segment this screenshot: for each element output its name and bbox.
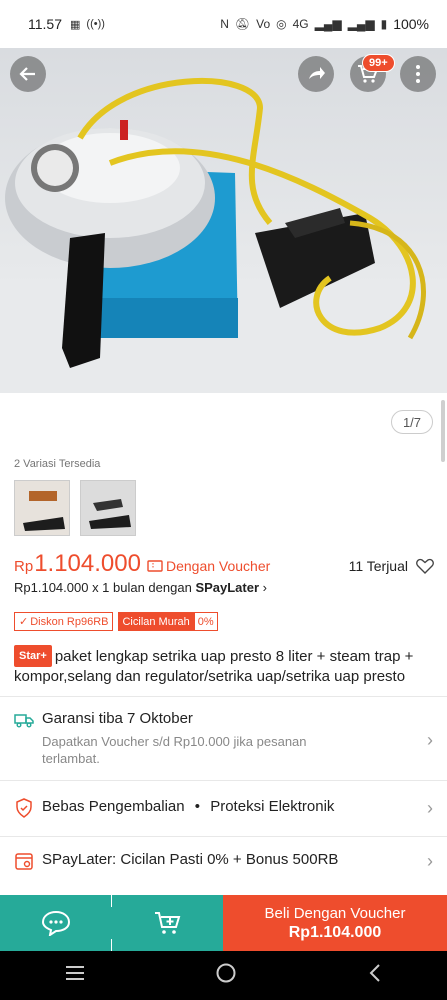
radio-icon: ((•))	[86, 18, 105, 30]
return-policy: Bebas Pengembalian	[42, 798, 185, 815]
system-nav-bar	[0, 951, 447, 1000]
variants-label: 2 Variasi Tersedia	[14, 458, 101, 470]
variant-image-2	[81, 481, 135, 535]
chevron-right-icon: ›	[427, 798, 433, 818]
calendar-icon	[15, 853, 33, 870]
back-nav-icon[interactable]	[368, 963, 382, 988]
shipping-subtitle: Dapatkan Voucher s/d Rp10.000 jika pesan…	[42, 734, 307, 766]
check-icon: ✓	[19, 616, 29, 628]
chevron-right-icon: ›	[262, 580, 267, 595]
network-type: 4G	[292, 17, 309, 31]
back-arrow-icon	[19, 67, 35, 81]
add-to-cart-button[interactable]	[112, 895, 223, 951]
buy-price: Rp1.104.000	[288, 923, 382, 941]
truck-icon	[14, 714, 34, 728]
home-icon[interactable]	[215, 962, 237, 989]
variant-image-1	[15, 481, 69, 535]
gallery-icon: ▦	[70, 18, 81, 31]
signal-icon-2: ▂▄▆	[347, 17, 375, 31]
product-title-text: paket lengkap setrika uap presto 8 liter…	[14, 648, 414, 685]
recents-icon[interactable]	[65, 965, 85, 986]
scrollbar[interactable]	[441, 400, 445, 462]
shipping-title: Garansi tiba 7 Oktober	[42, 710, 193, 727]
sold-count: 11 Terjual	[348, 558, 408, 574]
chevron-right-icon: ›	[427, 730, 433, 750]
price-row: Rp 1.104.000 Dengan Voucher 11 Terjual	[14, 548, 434, 578]
price-currency: Rp	[14, 558, 34, 575]
voucher-indicator: Dengan Voucher	[147, 558, 270, 578]
chevron-right-icon: ›	[427, 851, 433, 871]
star-plus-badge: Star+	[14, 645, 52, 667]
status-time: 11.57	[28, 16, 62, 32]
volte-icon: Vo	[256, 17, 271, 31]
share-icon	[309, 67, 325, 79]
separator-dot: •	[194, 798, 201, 815]
product-image[interactable]	[0, 48, 447, 393]
discount-tag: ✓ Diskon Rp96RB	[14, 612, 114, 631]
installment-tag: Cicilan Murah 0%	[118, 612, 218, 631]
signal-icon: ▂▄▆	[314, 17, 342, 31]
voucher-label: Dengan Voucher	[165, 558, 271, 574]
more-options-button[interactable]	[400, 56, 436, 92]
chat-icon	[41, 910, 70, 936]
variant-thumb-2[interactable]	[80, 480, 136, 536]
spaylater-prefix: Rp1.104.000 x 1 bulan dengan	[14, 580, 196, 595]
variant-thumb-1[interactable]	[14, 480, 70, 536]
back-button[interactable]	[10, 56, 46, 92]
product-photo	[0, 78, 447, 393]
hotspot-icon: ◎	[276, 17, 287, 31]
share-button[interactable]	[298, 56, 334, 92]
battery-icon: ▮	[380, 17, 388, 31]
spaylater-line[interactable]: Rp1.104.000 x 1 bulan dengan SPayLater ›	[14, 580, 267, 595]
shipping-guarantee-row[interactable]: Garansi tiba 7 Oktober Dapatkan Voucher …	[0, 710, 447, 767]
protection-row[interactable]: Bebas Pengembalian • Proteksi Elektronik…	[0, 798, 447, 818]
heart-icon[interactable]	[416, 558, 434, 574]
spaylater-brand: SPayLater	[195, 580, 260, 595]
electronic-protection: Proteksi Elektronik	[210, 798, 335, 815]
spaylater-row[interactable]: SPayLater: Cicilan Pasti 0% + Bonus 500R…	[0, 851, 447, 871]
mute-icon: 🔕︎	[234, 17, 251, 31]
price-value: 1.104.000	[34, 550, 141, 577]
buy-with-voucher-button[interactable]: Beli Dengan Voucher Rp1.104.000	[223, 895, 447, 951]
shield-icon	[16, 798, 32, 818]
image-page-counter: 1/7	[391, 410, 433, 434]
spaylater-row-text: SPayLater: Cicilan Pasti 0% + Bonus 500R…	[42, 851, 339, 868]
promo-tags: ✓ Diskon Rp96RB Cicilan Murah 0%	[14, 612, 218, 631]
nfc-icon: N	[220, 17, 229, 31]
chat-button[interactable]	[0, 895, 111, 951]
product-title: Star+ paket lengkap setrika uap presto 8 …	[14, 645, 439, 687]
bottom-action-bar: Beli Dengan Voucher Rp1.104.000	[0, 895, 447, 951]
add-cart-icon	[154, 912, 180, 934]
status-bar: 11.57 ▦ ((•)) N 🔕︎ Vo ◎ 4G ▂▄▆ ▂▄▆ ▮ 100…	[0, 0, 447, 48]
more-vertical-icon	[416, 65, 420, 83]
buy-label: Beli Dengan Voucher	[264, 904, 406, 922]
cart-badge: 99+	[362, 54, 395, 72]
battery-level: 100%	[393, 16, 429, 32]
voucher-icon	[147, 560, 163, 572]
